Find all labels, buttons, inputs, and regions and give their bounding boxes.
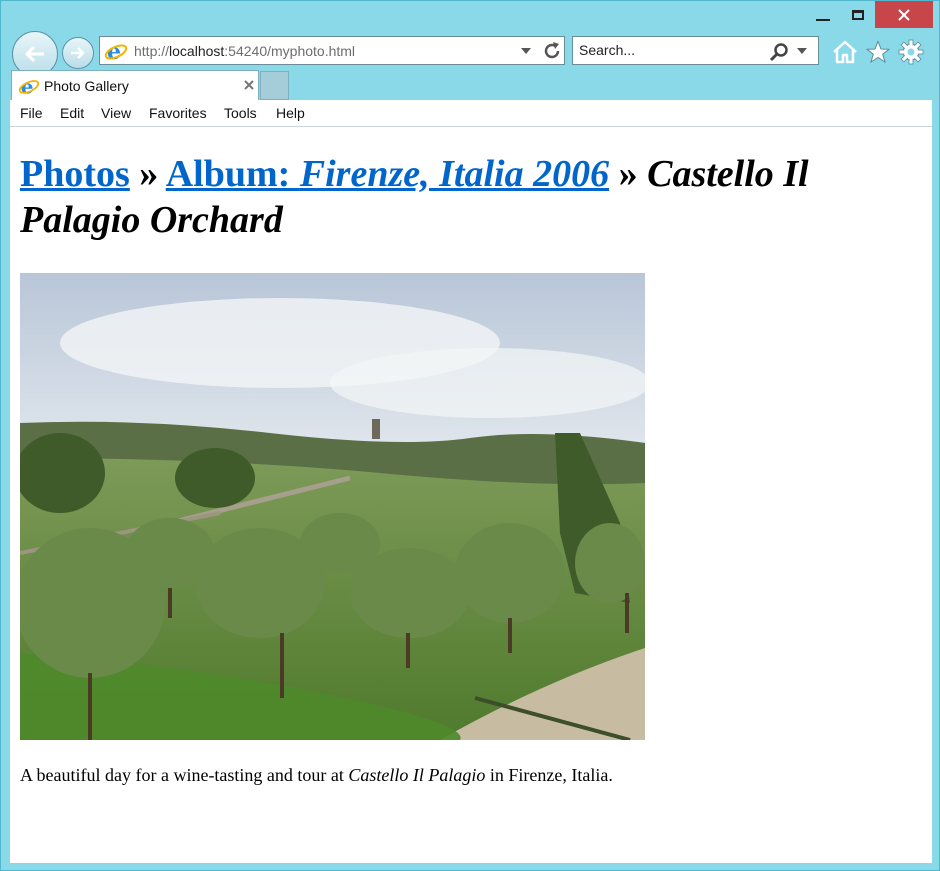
forward-arrow-icon [71,47,85,59]
settings-button[interactable] [897,38,925,66]
search-box[interactable] [572,36,819,65]
breadcrumb-separator: » [139,153,159,195]
address-url[interactable]: http://localhost:54240/myphoto.html [134,43,355,59]
minimize-icon [816,18,830,21]
favorites-button[interactable] [864,38,892,66]
back-arrow-icon [24,45,44,63]
star-icon [866,40,890,64]
photo-caption: A beautiful day for a wine-tasting and t… [20,765,613,785]
breadcrumb-photos-link[interactable]: Photos [20,153,130,195]
address-dropdown-icon[interactable] [521,48,531,54]
tab-photo-gallery[interactable]: e Photo Gallery [11,70,259,101]
close-tab-icon[interactable] [241,77,257,93]
search-dropdown-icon[interactable] [797,48,807,54]
search-input[interactable] [579,42,759,58]
album-prefix: Album: [165,153,300,195]
tab-title: Photo Gallery [44,78,129,94]
gear-icon [898,39,924,65]
search-icon[interactable] [769,42,789,62]
maximize-button[interactable] [842,1,874,28]
close-icon [898,8,910,21]
new-tab-button[interactable] [260,71,289,100]
ie-logo-icon: e [104,40,128,62]
home-icon [833,40,857,64]
home-button[interactable] [831,38,859,66]
browser-window: e http://localhost:54240/myphoto.html Se… [0,0,940,871]
menu-file[interactable]: File [20,105,43,121]
refresh-icon[interactable] [542,41,562,61]
orchard-photo [20,273,645,740]
minimize-button[interactable] [807,1,839,28]
breadcrumb-separator: » [618,153,638,195]
menu-favorites[interactable]: Favorites [149,105,207,121]
close-window-button[interactable] [875,1,933,28]
forward-button[interactable] [62,37,94,69]
breadcrumb-album-link[interactable]: Album: Firenze, Italia 2006 [166,153,609,195]
menu-help[interactable]: Help [276,105,305,121]
menu-edit[interactable]: Edit [60,105,84,121]
maximize-icon [852,9,864,20]
menu-tools[interactable]: Tools [224,105,257,121]
album-name: Firenze, Italia 2006 [299,153,610,195]
address-bar[interactable]: e http://localhost:54240/myphoto.html [99,36,565,65]
menu-bar: File Edit View Favorites Tools Help [10,100,932,127]
ie-logo-icon: e [18,76,40,96]
menu-view[interactable]: View [101,105,131,121]
page-title: Photos » Album: Firenze, Italia 2006 » C… [20,151,900,243]
page-content: Photos » Album: Firenze, Italia 2006 » C… [10,127,932,863]
